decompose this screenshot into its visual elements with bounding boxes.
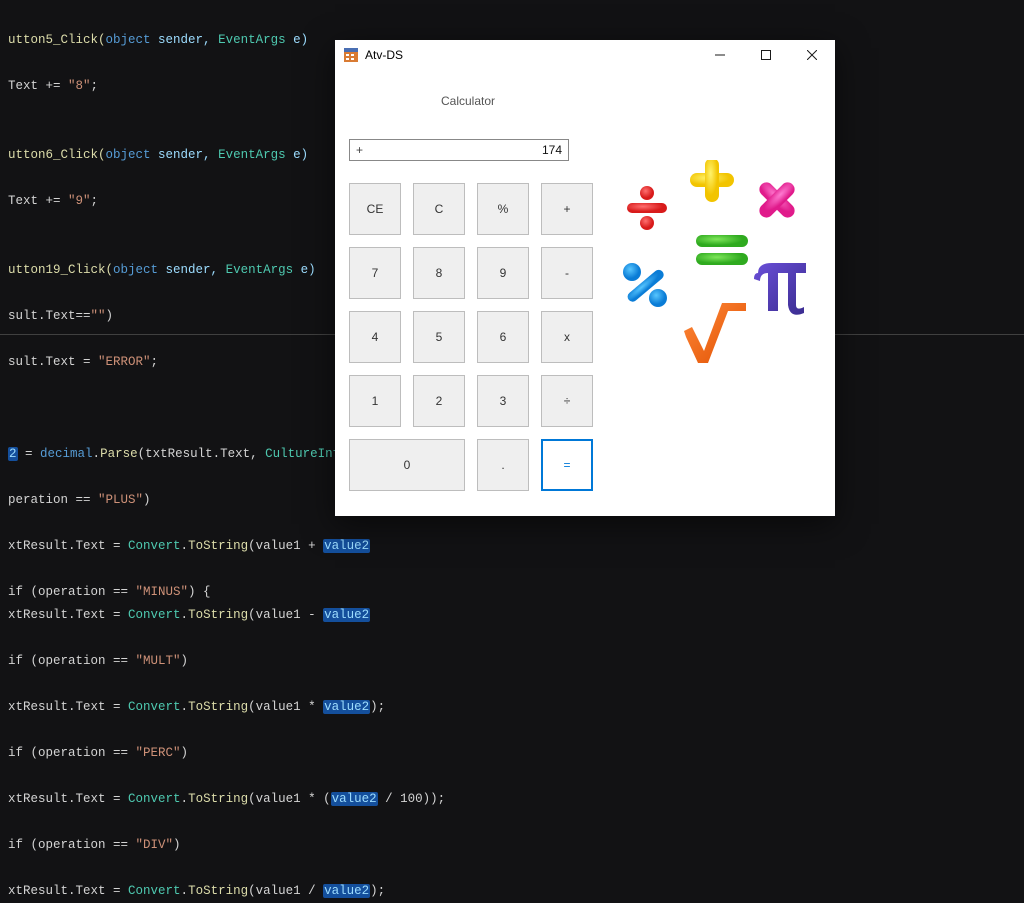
display-operator: + — [350, 143, 363, 157]
decimal-button[interactable]: . — [477, 439, 529, 491]
calculator-display[interactable]: + 174 — [349, 139, 569, 161]
percent-icon — [623, 263, 667, 307]
app-icon — [343, 47, 359, 63]
divide-icon — [627, 186, 667, 230]
digit-1-button[interactable]: 1 — [349, 375, 401, 427]
multiply-icon — [746, 169, 808, 231]
sqrt-icon — [684, 303, 746, 363]
minimize-button[interactable] — [697, 40, 743, 70]
c-button[interactable]: C — [413, 183, 465, 235]
maximize-button[interactable] — [743, 40, 789, 70]
divide-button[interactable]: ÷ — [541, 375, 593, 427]
digit-2-button[interactable]: 2 — [413, 375, 465, 427]
math-symbols-image — [607, 160, 817, 370]
titlebar[interactable]: Atv-DS — [335, 40, 835, 70]
digit-7-button[interactable]: 7 — [349, 247, 401, 299]
ce-button[interactable]: CE — [349, 183, 401, 235]
calculator-window: Atv-DS Calculator + 174 CE C % + 7 8 9 -… — [335, 40, 835, 516]
digit-5-button[interactable]: 5 — [413, 311, 465, 363]
digit-0-button[interactable]: 0 — [349, 439, 465, 491]
digit-9-button[interactable]: 9 — [477, 247, 529, 299]
multiply-button[interactable]: x — [541, 311, 593, 363]
percent-button[interactable]: % — [477, 183, 529, 235]
digit-4-button[interactable]: 4 — [349, 311, 401, 363]
calculator-heading: Calculator — [441, 94, 495, 108]
equals-icon — [696, 235, 748, 265]
pi-icon — [754, 263, 806, 315]
plus-button[interactable]: + — [541, 183, 593, 235]
digit-8-button[interactable]: 8 — [413, 247, 465, 299]
display-value: 174 — [363, 143, 568, 157]
digit-3-button[interactable]: 3 — [477, 375, 529, 427]
window-title: Atv-DS — [365, 48, 403, 62]
close-button[interactable] — [789, 40, 835, 70]
minus-button[interactable]: - — [541, 247, 593, 299]
digit-6-button[interactable]: 6 — [477, 311, 529, 363]
plus-icon — [690, 160, 734, 202]
keypad: CE C % + 7 8 9 - 4 5 6 x 1 2 3 ÷ 0 . = — [349, 183, 593, 491]
equals-button[interactable]: = — [541, 439, 593, 491]
